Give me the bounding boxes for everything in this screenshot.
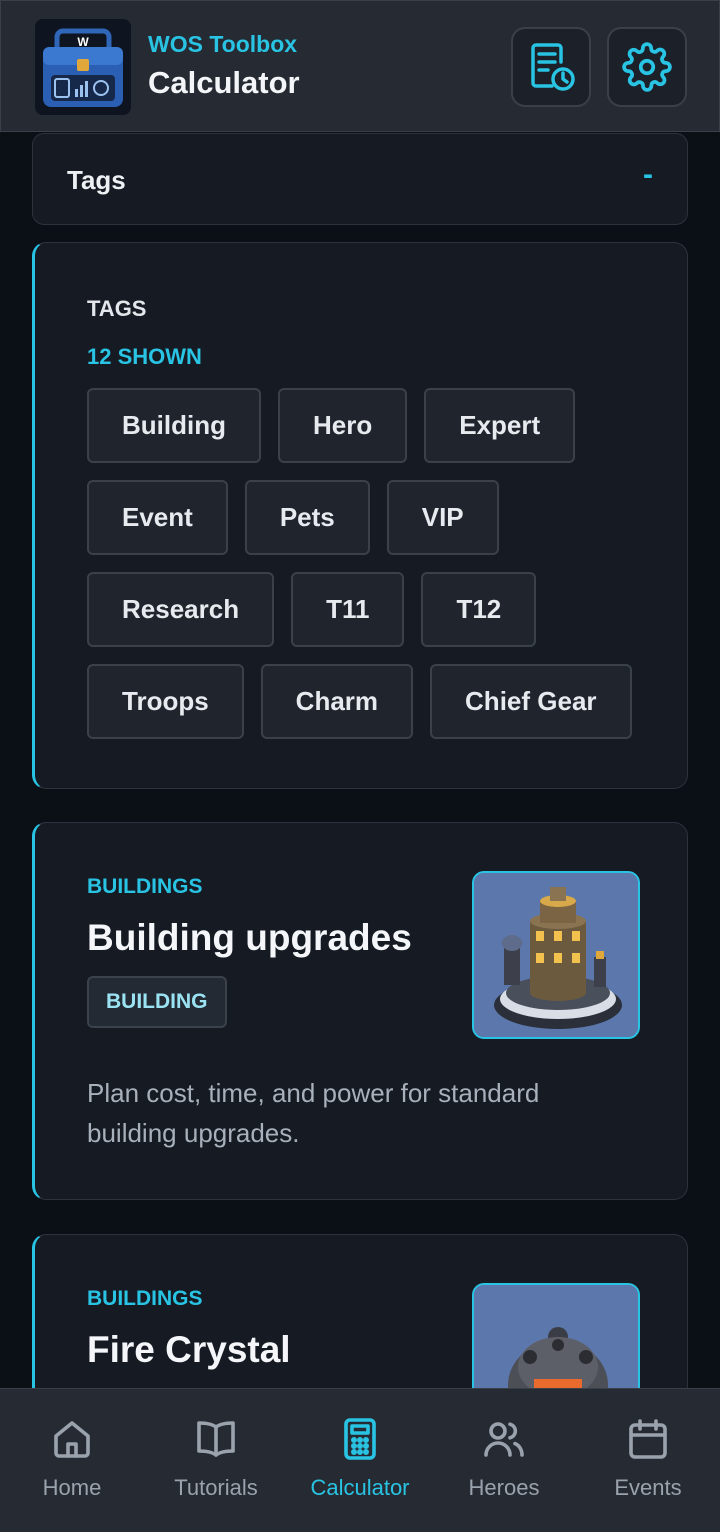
tag-chip-research[interactable]: Research — [87, 572, 275, 647]
nav-tutorials-label: Tutorials — [174, 1475, 258, 1500]
tag-chip-list: Building Hero Expert Event Pets VIP Rese… — [87, 388, 647, 739]
nav-home-label: Home — [42, 1475, 102, 1500]
nav-calculator-label: Calculator — [310, 1475, 410, 1500]
tag-chip-charm[interactable]: Charm — [260, 664, 414, 739]
calculator-description: Plan cost, time, and power for standard … — [87, 1078, 540, 1148]
nav-heroes-label: Heroes — [468, 1475, 540, 1500]
collapse-icon: - — [643, 158, 653, 191]
tag-chip-hero[interactable]: Hero — [277, 388, 408, 463]
building-thumbnail — [472, 871, 640, 1039]
tag-chip-troops[interactable]: Troops — [87, 664, 244, 739]
page-title: Calculator — [148, 65, 300, 100]
nav-heroes[interactable]: Heroes — [432, 1389, 576, 1532]
gear-icon — [622, 42, 672, 92]
app-header: W WOS Toolbox Calculator — [0, 0, 720, 132]
tag-chip-building[interactable]: Building — [87, 388, 261, 463]
nav-tutorials[interactable]: Tutorials — [144, 1389, 288, 1532]
nav-events-label: Events — [614, 1475, 682, 1500]
tag-chip-event[interactable]: Event — [87, 480, 228, 555]
app-logo: W — [35, 19, 131, 115]
users-icon — [484, 1422, 524, 1457]
tags-toggle[interactable]: Tags - — [32, 133, 688, 225]
calculator-category: BUILDINGS — [87, 1287, 203, 1310]
calculator-title: Building upgrades — [87, 917, 412, 958]
tags-count: 12 SHOWN — [87, 344, 202, 369]
nav-events[interactable]: Events — [576, 1389, 720, 1532]
calculator-icon — [344, 1418, 376, 1460]
logo-letter: W — [77, 35, 89, 49]
calculator-category: BUILDINGS — [87, 875, 203, 898]
calculator-tag-badge: BUILDING — [87, 976, 227, 1028]
settings-button[interactable] — [607, 27, 687, 107]
calculator-card-building-upgrades[interactable]: BUILDINGS Building upgrades BUILDING Pla… — [32, 822, 688, 1200]
home-icon — [54, 1421, 90, 1458]
tag-chip-t11[interactable]: T11 — [291, 572, 405, 647]
tags-panel-title: TAGS — [87, 296, 147, 321]
tag-chip-expert[interactable]: Expert — [424, 388, 576, 463]
nav-calculator[interactable]: Calculator — [288, 1389, 432, 1532]
tags-panel: TAGS 12 SHOWN Building Hero Expert Event… — [32, 242, 688, 789]
tag-chip-pets[interactable]: Pets — [244, 480, 370, 555]
bottom-nav: Home Tutorials Calculator Heroes Events — [0, 1388, 720, 1532]
tag-chip-t12[interactable]: T12 — [421, 572, 537, 647]
tags-toggle-label: Tags — [67, 165, 126, 195]
nav-home[interactable]: Home — [0, 1389, 144, 1532]
history-list-icon — [531, 43, 575, 91]
calculator-title: Fire Crystal — [87, 1329, 291, 1370]
history-button[interactable] — [511, 27, 591, 107]
tag-chip-vip[interactable]: VIP — [386, 480, 499, 555]
book-icon — [197, 1421, 235, 1457]
tag-chip-chief-gear[interactable]: Chief Gear — [430, 664, 632, 739]
app-name: WOS Toolbox — [148, 31, 298, 57]
calendar-icon — [629, 1419, 667, 1459]
